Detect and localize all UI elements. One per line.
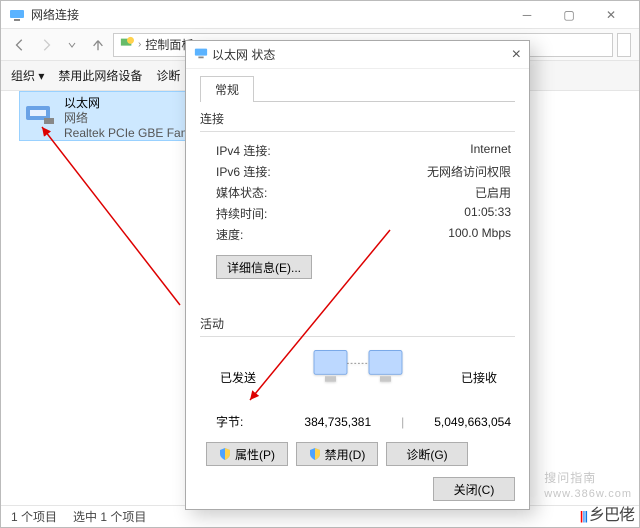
main-titlebar: 网络连接 ─ ▢ ✕ — [1, 1, 639, 29]
bytes-row: 字节: 384,735,381 | 5,049,663,054 — [200, 409, 515, 434]
ipv6-value: 无网络访问权限 — [427, 163, 511, 180]
ipv6-label: IPv6 连接: — [216, 163, 271, 180]
shield-icon — [219, 448, 231, 460]
tab-general[interactable]: 常规 — [200, 76, 254, 102]
dialog-close-button[interactable]: × — [493, 46, 521, 64]
speed-label: 速度: — [216, 226, 243, 243]
back-button[interactable] — [9, 34, 31, 56]
ethernet-adapter-icon — [24, 100, 56, 128]
bytes-recv: 5,049,663,054 — [434, 415, 511, 429]
maximize-button[interactable]: ▢ — [549, 3, 589, 27]
network-icon — [9, 7, 25, 23]
shield-icon — [309, 448, 321, 460]
speed-value: 100.0 Mbps — [448, 226, 511, 243]
organize-menu[interactable]: 组织 ▾ — [11, 67, 44, 84]
dialog-icon — [194, 46, 208, 63]
details-button[interactable]: 详细信息(E)... — [216, 255, 312, 279]
duration-value: 01:05:33 — [464, 205, 511, 222]
section-connection: 连接 — [200, 110, 515, 127]
selected-count: 选中 1 个项目 — [73, 508, 146, 525]
dialog-title: 以太网 状态 — [212, 46, 493, 63]
up-button[interactable] — [87, 34, 109, 56]
item-count: 1 个项目 — [11, 508, 57, 525]
close-button[interactable]: 关闭(C) — [433, 477, 515, 501]
chevron-right-icon: › — [138, 39, 141, 50]
minimize-button[interactable]: ─ — [507, 3, 547, 27]
ethernet-status-dialog: 以太网 状态 × 常规 连接 IPv4 连接: Internet IPv6 连接:… — [185, 40, 530, 510]
disable-device[interactable]: 禁用此网络设备 — [58, 67, 142, 84]
media-value: 已启用 — [475, 184, 511, 201]
action-buttons: 属性(P) 禁用(D) 诊断(G) — [200, 434, 515, 470]
diagnose[interactable]: 诊断 — [156, 67, 180, 84]
ipv4-label: IPv4 连接: — [216, 142, 271, 159]
duration-label: 持续时间: — [216, 205, 267, 222]
overlay-logo: |||乡巴佬 — [580, 500, 634, 526]
bytes-sent: 384,735,381 — [296, 415, 371, 429]
watermark: 搜问指南 www.386w.com — [544, 465, 632, 500]
control-panel-icon — [120, 36, 134, 53]
forward-button[interactable] — [35, 34, 57, 56]
history-dropdown[interactable] — [61, 34, 83, 56]
ipv4-value: Internet — [470, 142, 511, 159]
dialog-titlebar: 以太网 状态 × — [186, 41, 529, 69]
window-controls: ─ ▢ ✕ — [507, 3, 631, 27]
received-label: 已接收 — [461, 369, 497, 386]
bytes-label: 字节: — [216, 413, 266, 430]
sent-label: 已发送 — [220, 369, 256, 386]
window-title: 网络连接 — [31, 6, 507, 23]
dialog-body: 常规 连接 IPv4 连接: Internet IPv6 连接: 无网络访问权限 媒… — [186, 69, 529, 480]
media-label: 媒体状态: — [216, 184, 267, 201]
section-activity: 活动 — [200, 315, 515, 332]
properties-button[interactable]: 属性(P) — [206, 442, 288, 466]
diagnose-button[interactable]: 诊断(G) — [386, 442, 468, 466]
disable-button[interactable]: 禁用(D) — [296, 442, 378, 466]
close-button[interactable]: ✕ — [591, 3, 631, 27]
activity-icon — [303, 345, 413, 401]
search-box[interactable] — [617, 33, 631, 57]
tabstrip: 常规 — [200, 75, 515, 101]
activity-graphic: 已发送 已接收 — [200, 345, 515, 409]
